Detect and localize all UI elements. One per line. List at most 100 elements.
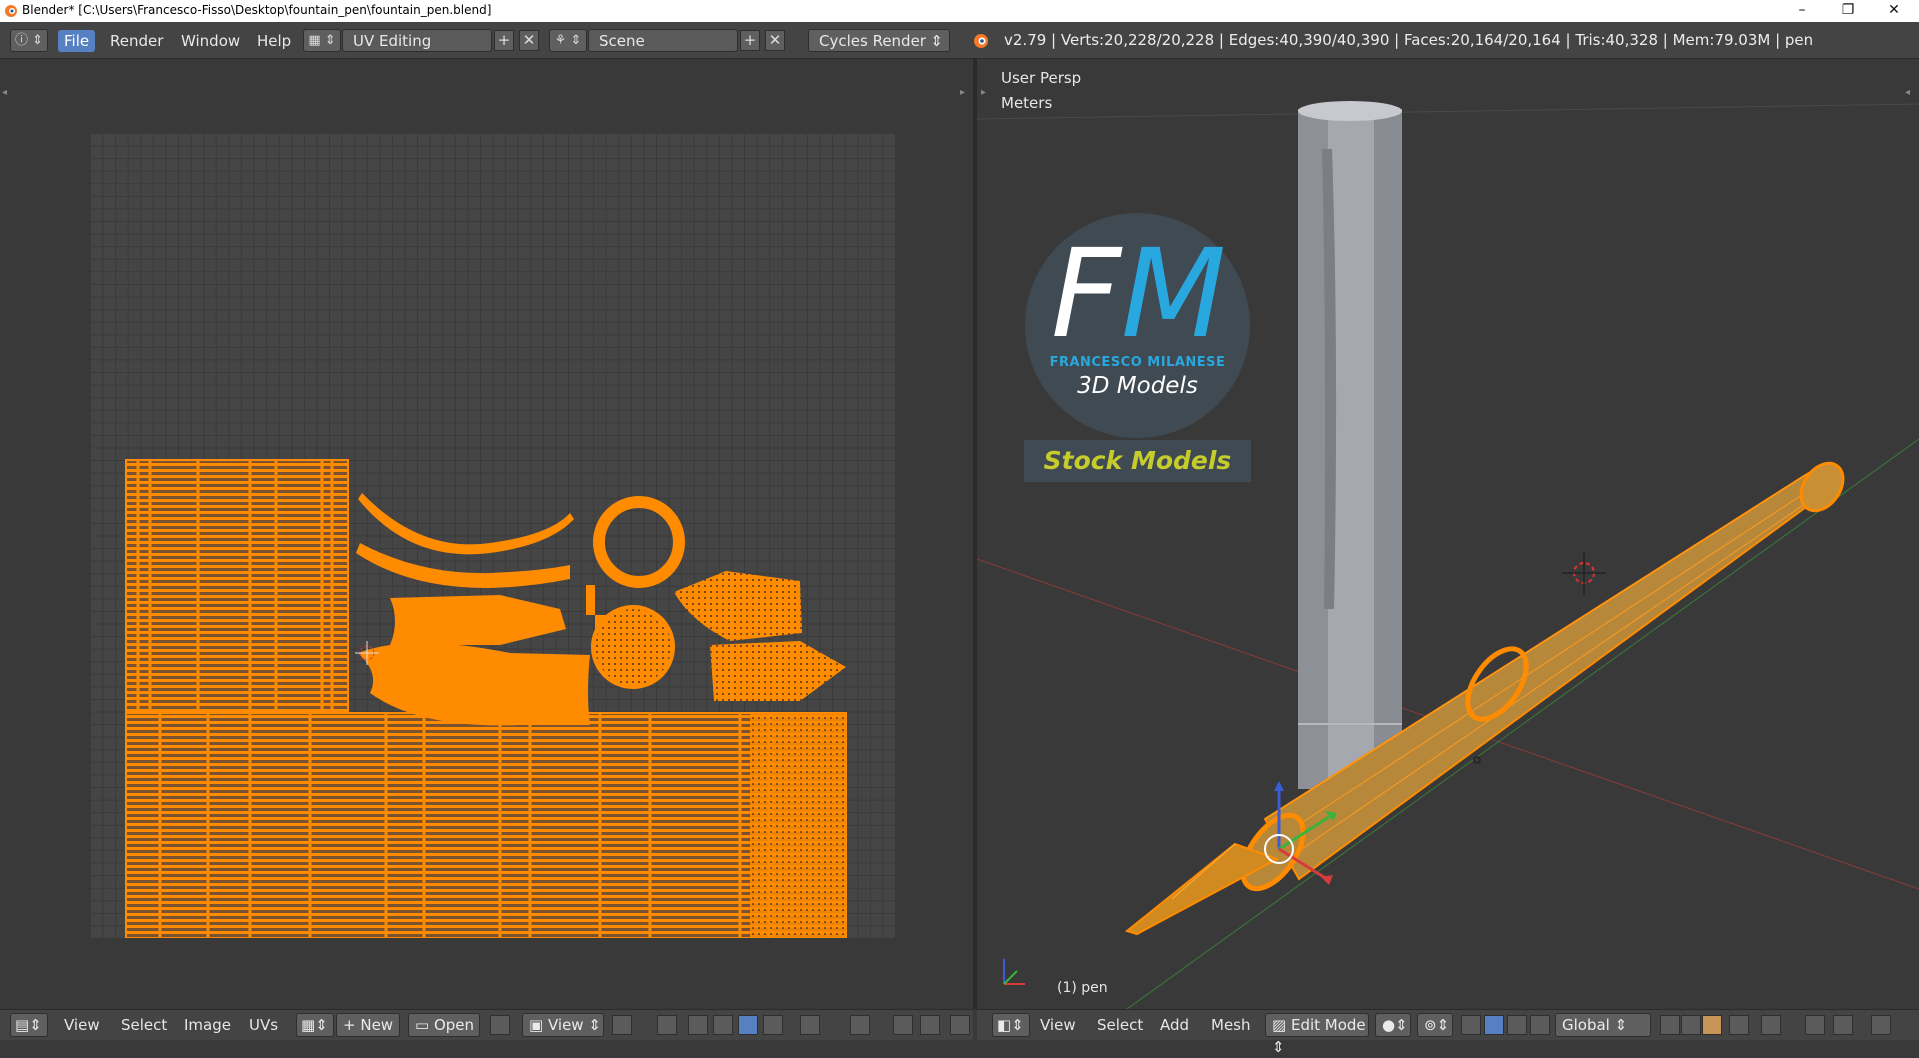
screen-layout-selector[interactable]: ▦ ⇕: [303, 29, 341, 52]
layout-grid-icon: ▦: [308, 33, 321, 48]
uv-island-small-1[interactable]: [586, 585, 595, 615]
close-window-button[interactable]: ✕: [1871, 0, 1917, 22]
limit-selection-icon[interactable]: [1729, 1015, 1749, 1035]
uv-island-disc[interactable]: [591, 605, 675, 689]
scene-selector[interactable]: ⚘ ⇕: [549, 29, 587, 52]
minimize-button[interactable]: –: [1779, 0, 1825, 22]
open-image-button[interactable]: ▭ Open: [408, 1013, 480, 1037]
pivot-icon[interactable]: [612, 1015, 632, 1035]
scene-statistics: v2.79 | Verts:20,228/20,228 | Edges:40,3…: [1004, 31, 1814, 49]
uv-image-editor[interactable]: ◂ ▸: [0, 59, 973, 1009]
stock-models-banner: Stock Models: [1024, 440, 1251, 482]
pivot-point-dropdown[interactable]: ⊚⇕: [1417, 1013, 1453, 1037]
dropdown-arrows-icon: ⇕: [930, 32, 943, 50]
editor-type-info-button[interactable]: ⓘ ⇕: [10, 29, 48, 52]
menu-render[interactable]: Render: [104, 30, 169, 52]
pin-icon[interactable]: [490, 1015, 510, 1035]
object-origin-icon: [1473, 756, 1481, 764]
interaction-mode-dropdown[interactable]: ▨ Edit Mode ⇕: [1265, 1013, 1369, 1056]
3d-scene: [977, 101, 1919, 1009]
opengl-render-icon[interactable]: [1871, 1015, 1891, 1035]
scale-manipulator-icon[interactable]: [1530, 1015, 1550, 1035]
edit-mode-icon: ▨: [1272, 1016, 1287, 1034]
uv-menu-view[interactable]: View: [64, 1016, 100, 1034]
remove-screen-button[interactable]: ✕: [519, 30, 539, 51]
image-browse-icon: ▦: [301, 1016, 316, 1034]
uv-island-dense-strip: [750, 713, 846, 938]
uv-island-nib-2[interactable]: [710, 641, 846, 701]
uv-islands: [125, 459, 847, 938]
logo-author-name: FRANCESCO MILANESE: [1049, 355, 1226, 370]
uv-editor-header: ▤⇕ View Select Image UVs ▦⇕ + New ▭ Open…: [0, 1009, 973, 1040]
face-select-mode-icon[interactable]: [1702, 1015, 1722, 1035]
viewport-shading-dropdown[interactable]: ●⇕: [1375, 1013, 1411, 1037]
region-expand-right-icon[interactable]: ▸: [960, 87, 965, 98]
translate-manipulator-icon[interactable]: [1484, 1015, 1504, 1035]
uv-island-nib-1[interactable]: [674, 571, 802, 641]
snap-element-dropdown-icon[interactable]: [1833, 1015, 1853, 1035]
window-title: Blender* [C:\Users\Francesco-Fisso\Deskt…: [22, 3, 492, 17]
image-editor-icon: ▤: [15, 1016, 30, 1034]
uv-island-cap[interactable]: [125, 712, 847, 938]
menu-file[interactable]: File: [58, 30, 96, 52]
transform-orientation-dropdown[interactable]: Global ⇕: [1555, 1013, 1651, 1037]
3d-cursor-icon[interactable]: [1562, 551, 1606, 595]
blender-logo-icon: [974, 34, 988, 48]
remove-scene-button[interactable]: ✕: [765, 30, 785, 51]
3d-view-icon: ◧: [997, 1016, 1012, 1034]
menu-window[interactable]: Window: [175, 30, 246, 52]
uv-island-barrel[interactable]: [125, 459, 349, 714]
face-select-icon[interactable]: [738, 1015, 758, 1035]
render-engine-dropdown[interactable]: Cycles Render ⇕: [808, 29, 950, 52]
editor-type-3dview-button[interactable]: ◧⇕: [992, 1013, 1030, 1037]
3d-menu-mesh[interactable]: Mesh: [1211, 1016, 1251, 1034]
fm-logo: F M FRANCESCO MILANESE 3D Models: [1025, 213, 1250, 438]
island-select-icon[interactable]: [763, 1015, 783, 1035]
rotate-manipulator-icon[interactable]: [1507, 1015, 1527, 1035]
editor-type-image-button[interactable]: ▤⇕: [10, 1013, 48, 1037]
uv-menu-select[interactable]: Select: [121, 1016, 167, 1034]
proportional-editing-icon[interactable]: [1761, 1015, 1781, 1035]
image-browse-button[interactable]: ▦⇕: [296, 1013, 334, 1037]
snap-icon[interactable]: [1805, 1015, 1825, 1035]
region-expand-left-icon[interactable]: ◂: [2, 87, 7, 98]
3d-menu-add[interactable]: Add: [1160, 1016, 1189, 1034]
uv-menu-image[interactable]: Image: [184, 1016, 231, 1034]
uv-island-strip-1[interactable]: [358, 493, 574, 555]
uv-island-grip[interactable]: [390, 595, 566, 645]
view-mode-dropdown[interactable]: ▣ View ⇕: [522, 1013, 604, 1037]
pivot-point-icon: ⊚: [1424, 1016, 1437, 1034]
pen-cap-mesh: [1298, 101, 1402, 789]
pen-body-mesh: [1124, 461, 1845, 936]
edge-select-mode-icon[interactable]: [1681, 1015, 1701, 1035]
uv-menu-uvs[interactable]: UVs: [249, 1016, 278, 1034]
3d-viewport[interactable]: User Persp Meters ▸ ◂ (1) pen: [977, 59, 1919, 1009]
new-image-button[interactable]: + New: [336, 1013, 400, 1037]
add-screen-button[interactable]: +: [494, 30, 514, 51]
edge-select-icon[interactable]: [713, 1015, 733, 1035]
info-icon: ⓘ: [14, 33, 28, 48]
proportional-edit-icon[interactable]: [850, 1015, 870, 1035]
plus-icon: +: [343, 1016, 356, 1034]
3d-menu-view[interactable]: View: [1040, 1016, 1076, 1034]
manipulator-toggle-icon[interactable]: [1461, 1015, 1481, 1035]
add-scene-button[interactable]: +: [740, 30, 760, 51]
horizon-line: [977, 103, 1919, 120]
vertex-select-mode-icon[interactable]: [1660, 1015, 1680, 1035]
snap-target-icon[interactable]: [800, 1015, 820, 1035]
sticky-select-icon[interactable]: [657, 1015, 677, 1035]
vertex-select-icon[interactable]: [688, 1015, 708, 1035]
active-object-label: (1) pen: [1057, 980, 1108, 996]
menu-help[interactable]: Help: [251, 30, 297, 52]
scene-field[interactable]: Scene: [588, 29, 738, 52]
logo-subtitle: 3D Models: [1077, 373, 1198, 399]
maximize-button[interactable]: ❐: [1825, 0, 1871, 22]
3d-menu-select[interactable]: Select: [1097, 1016, 1143, 1034]
uv-island-ring[interactable]: [593, 496, 685, 588]
shading-sphere-icon: ●: [1382, 1016, 1396, 1034]
snap-element-icon[interactable]: [920, 1015, 940, 1035]
snap-magnet-icon[interactable]: [893, 1015, 913, 1035]
uv-sync-icon[interactable]: [950, 1015, 970, 1035]
uv-grid-canvas[interactable]: [90, 133, 895, 938]
screen-layout-field[interactable]: UV Editing: [342, 29, 492, 52]
